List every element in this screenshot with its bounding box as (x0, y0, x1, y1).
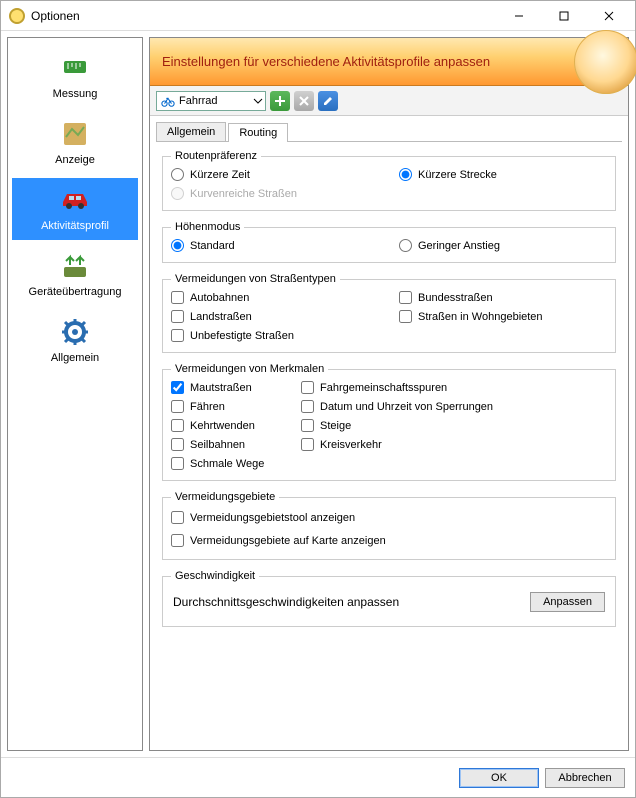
group-avoid-road-types: Vermeidungen von Straßentypen Autobahnen… (162, 273, 616, 353)
sidebar-item-label: Aktivitätsprofil (41, 220, 109, 232)
titlebar: Optionen (1, 1, 635, 31)
sidebar-item-label: Geräteübertragung (29, 286, 122, 298)
check-avoidance-on-map[interactable]: Vermeidungsgebiete auf Karte anzeigen (171, 534, 607, 547)
sidebar-item-allgemein[interactable]: Allgemein (12, 310, 138, 372)
content-area: Messung Anzeige Aktivitätsprofil Geräteü… (1, 31, 635, 757)
close-button[interactable] (586, 2, 631, 30)
radio-shorter-time[interactable]: Kürzere Zeit (171, 168, 379, 181)
sidebar-item-label: Messung (53, 88, 98, 100)
banner-title: Einstellungen für verschiedene Aktivität… (162, 54, 490, 69)
bicycle-icon (161, 94, 175, 108)
check-kreisverkehr[interactable]: Kreisverkehr (301, 438, 607, 451)
sidebar-item-label: Anzeige (55, 154, 95, 166)
check-kehrtwenden[interactable]: Kehrtwenden (171, 419, 281, 432)
check-bundesstrassen[interactable]: Bundesstraßen (399, 291, 607, 304)
profile-value: Fahrrad (179, 95, 249, 107)
ok-button[interactable]: OK (459, 768, 539, 788)
group-legend: Höhenmodus (171, 221, 244, 233)
banner: Einstellungen für verschiedene Aktivität… (150, 38, 628, 86)
check-autobahnen[interactable]: Autobahnen (171, 291, 379, 304)
check-unbefestigte[interactable]: Unbefestigte Straßen (171, 329, 379, 342)
app-icon (9, 8, 25, 24)
options-window: Optionen Messung Anzeige Aktivitätsprofi… (0, 0, 636, 798)
group-route-preference: Routenpräferenz Kürzere Zeit Kurvenreich… (162, 150, 616, 211)
maximize-button[interactable] (541, 2, 586, 30)
delete-profile-button[interactable] (294, 91, 314, 111)
group-legend: Vermeidungen von Merkmalen (171, 363, 328, 375)
main-panel: Einstellungen für verschiedene Aktivität… (149, 37, 629, 751)
gear-icon (59, 316, 91, 348)
group-avoid-features: Vermeidungen von Merkmalen Mautstraßen F… (162, 363, 616, 481)
ruler-icon (59, 52, 91, 84)
group-legend: Vermeidungen von Straßentypen (171, 273, 340, 285)
check-schmale-wege[interactable]: Schmale Wege (171, 457, 281, 470)
check-avoidance-tool[interactable]: Vermeidungsgebietstool anzeigen (171, 511, 607, 524)
tab-routing[interactable]: Routing (228, 123, 288, 142)
minimize-button[interactable] (496, 2, 541, 30)
window-title: Optionen (31, 9, 496, 23)
radio-curvy-roads: Kurvenreiche Straßen (171, 187, 379, 200)
check-landstrassen[interactable]: Landstraßen (171, 310, 379, 323)
dialog-footer: OK Abbrechen (1, 757, 635, 797)
check-mautstrassen[interactable]: Mautstraßen (171, 381, 281, 394)
chevron-down-icon (253, 96, 263, 106)
radio-low-ascent[interactable]: Geringer Anstieg (399, 239, 607, 252)
sidebar-item-label: Allgemein (51, 352, 99, 364)
group-legend: Vermeidungsgebiete (171, 491, 279, 503)
sidebar-item-aktivitaetsprofil[interactable]: Aktivitätsprofil (12, 178, 138, 240)
sidebar-item-geraeteuebertragung[interactable]: Geräteübertragung (12, 244, 138, 306)
transfer-icon (59, 250, 91, 282)
tab-page-routing: Routenpräferenz Kürzere Zeit Kurvenreich… (156, 141, 622, 750)
group-legend: Geschwindigkeit (171, 570, 259, 582)
cancel-button[interactable]: Abbrechen (545, 768, 625, 788)
radio-shorter-distance[interactable]: Kürzere Strecke (399, 168, 607, 181)
check-wohngebiete[interactable]: Straßen in Wohngebieten (399, 310, 607, 323)
sidebar: Messung Anzeige Aktivitätsprofil Geräteü… (7, 37, 143, 751)
compass-icon (574, 30, 636, 94)
sidebar-item-anzeige[interactable]: Anzeige (12, 112, 138, 174)
tab-strip: Allgemein Routing (150, 116, 628, 141)
add-profile-button[interactable] (270, 91, 290, 111)
group-legend: Routenpräferenz (171, 150, 261, 162)
adjust-speed-button[interactable]: Anpassen (530, 592, 605, 612)
map-icon (59, 118, 91, 150)
profile-toolbar: Fahrrad (150, 86, 628, 116)
group-elevation-mode: Höhenmodus Standard Geringer Anstieg (162, 221, 616, 263)
speed-description: Durchschnittsgeschwindigkeiten anpassen (173, 595, 399, 609)
group-speed: Geschwindigkeit Durchschnittsgeschwindig… (162, 570, 616, 627)
check-faehren[interactable]: Fähren (171, 400, 281, 413)
tab-allgemein[interactable]: Allgemein (156, 122, 226, 141)
car-icon (59, 184, 91, 216)
check-seilbahnen[interactable]: Seilbahnen (171, 438, 281, 451)
radio-standard[interactable]: Standard (171, 239, 379, 252)
check-fahrgemeinschaft[interactable]: Fahrgemeinschaftsspuren (301, 381, 607, 394)
check-steige[interactable]: Steige (301, 419, 607, 432)
sidebar-item-messung[interactable]: Messung (12, 46, 138, 108)
profile-dropdown[interactable]: Fahrrad (156, 91, 266, 111)
group-avoid-areas: Vermeidungsgebiete Vermeidungsgebietstoo… (162, 491, 616, 560)
check-sperrungen[interactable]: Datum und Uhrzeit von Sperrungen (301, 400, 607, 413)
edit-profile-button[interactable] (318, 91, 338, 111)
